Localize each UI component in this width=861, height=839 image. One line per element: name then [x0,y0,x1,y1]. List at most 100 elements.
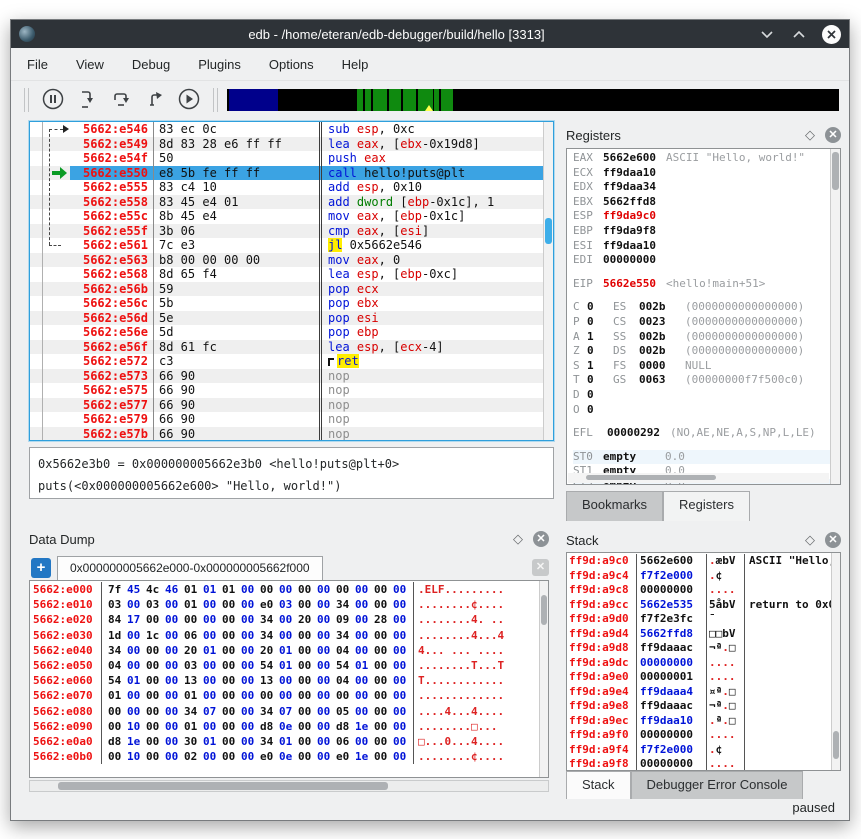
flag-row[interactable]: D0 [573,388,830,403]
breakpoint-gutter[interactable] [30,354,43,369]
disasm-row[interactable]: 5662:e57566 90nop [30,383,543,398]
stack-row[interactable]: ff9d:a9d0f7f2e3fc¯ [567,612,831,627]
flag-row[interactable]: S1FS0000NULL [573,359,830,374]
dump-scrollbar[interactable] [539,581,548,777]
disasm-row[interactable]: 5662:e55f3b 06cmp eax, [esi] [30,224,543,239]
disasm-row[interactable]: 5662:e55883 45 e4 01add dword [ebp-0x1c]… [30,195,543,210]
stack-row[interactable]: ff9d:a9ecff9daa10.ª.□ [567,714,831,729]
disasm-row[interactable]: 5662:e56c5bpop ebx [30,296,543,311]
breakpoint-gutter[interactable] [30,137,43,152]
register-row[interactable]: ECXff9daa10 [573,166,830,181]
scrollbar-handle[interactable] [833,731,839,759]
breakpoint-gutter[interactable] [30,398,43,413]
menu-help[interactable]: Help [342,57,369,72]
step-over-button[interactable] [106,85,136,115]
disasm-row[interactable]: 5662:e57766 90nop [30,398,543,413]
register-row[interactable]: ESPff9da9c0 [573,209,830,224]
data-dump-tab[interactable]: 0x000000005662e000-0x000000005662f000 [57,556,323,580]
breakpoint-gutter[interactable] [30,195,43,210]
stack-row[interactable]: ff9d:a9e000000001.... [567,670,831,685]
stack-scrollbar[interactable] [831,553,840,770]
stack-row[interactable]: ff9d:a9e8ff9daaac¬ª.□ [567,699,831,714]
detach-icon[interactable]: ◇ [805,127,815,143]
breakpoint-gutter[interactable] [30,180,43,195]
stack-row[interactable]: ff9d:a9d8ff9daaac¬ª.□ [567,641,831,656]
register-row[interactable]: EIP5662e550<hello!main+51> [573,277,830,292]
dump-row[interactable]: 5662:e0500400000003000000540100005401000… [30,658,539,673]
menu-options[interactable]: Options [269,57,314,72]
close-icon[interactable] [822,25,841,44]
menu-debug[interactable]: Debug [132,57,170,72]
disasm-row[interactable]: 5662:e5688d 65 f4lea esp, [ebp-0xc] [30,267,543,282]
flag-row[interactable]: A1SS002b(0000000000000000) [573,330,830,345]
dump-row[interactable]: 5662:e0a0d81e000030010000340100000600000… [30,734,539,749]
breakpoint-gutter[interactable] [30,311,43,326]
dump-row[interactable]: 5662:e0900010000001000000d80e0000d81e000… [30,719,539,734]
stack-row[interactable]: ff9d:a9c05662e600.æbVASCII "Hello, [567,554,831,569]
close-tab-button[interactable]: ✕ [532,559,549,576]
dump-hscrollbar[interactable] [29,780,549,792]
breakpoint-gutter[interactable] [30,209,43,224]
scrollbar-handle[interactable] [545,218,552,244]
breakpoint-gutter[interactable] [30,383,43,398]
dump-row[interactable]: 5662:e0605401000013000000130000000400000… [30,673,539,688]
eflags-row[interactable]: EFL00000292(NO,AE,NE,A,S,NP,L,LE) [573,426,830,441]
disasm-row[interactable]: 5662:e5617c e3jl 0x5662e546 [30,238,543,253]
disasm-row[interactable]: 5662:e563b8 00 00 00 00mov eax, 0 [30,253,543,268]
scrollbar-handle[interactable] [58,782,388,790]
disasm-row[interactable]: 5662:e54683 ec 0csub esp, 0xc [30,122,543,137]
breakpoint-gutter[interactable] [30,325,43,340]
dock-tab-registers[interactable]: Registers [663,491,750,521]
disasm-row[interactable]: 5662:e56b59pop ecx [30,282,543,297]
scrollbar-handle[interactable] [586,475,716,480]
disasm-row[interactable]: 5662:e5498d 83 28 e6 ff fflea eax, [ebx-… [30,137,543,152]
disasm-row[interactable]: 5662:e57b66 90nop [30,427,543,441]
close-panel-icon[interactable]: ✕ [825,127,841,143]
titlebar[interactable]: edb - /home/eteran/edb-debugger/build/he… [11,20,849,48]
scrollbar-handle[interactable] [832,152,839,190]
disasm-row[interactable]: 5662:e54f50push eax [30,151,543,166]
register-row[interactable]: EDI00000000 [573,253,830,268]
pause-button[interactable] [38,85,68,115]
flag-row[interactable]: C0ES002b(0000000000000000) [573,300,830,315]
register-row[interactable]: EBPff9da9f8 [573,224,830,239]
close-panel-icon[interactable]: ✕ [825,532,841,548]
step-into-button[interactable] [72,85,102,115]
disasm-row[interactable]: 5662:e57966 90nop [30,412,543,427]
breakpoint-gutter[interactable] [30,267,43,282]
dump-row[interactable]: 5662:e0007f454c4601010100000000000000000… [30,582,539,597]
menu-view[interactable]: View [76,57,104,72]
disasm-row[interactable]: 5662:e57366 90nop [30,369,543,384]
dump-row[interactable]: 5662:e0100300030001000000e00300003400000… [30,597,539,612]
minimize-icon[interactable] [758,25,776,43]
close-panel-icon[interactable]: ✕ [533,531,549,547]
disasm-row[interactable]: 5662:e572c3ret [30,354,543,369]
disasm-row[interactable]: 5662:e56e5dpop ebp [30,325,543,340]
flag-row[interactable]: O0 [573,403,830,418]
stack-row[interactable]: ff9d:a9f800000000.... [567,757,831,771]
stack-row[interactable]: ff9d:a9c4f7f2e000.¢ [567,569,831,584]
stack-row[interactable]: ff9d:a9d45662ffd8□□bV [567,627,831,642]
register-row[interactable]: ESIff9daa10 [573,239,830,254]
detach-icon[interactable]: ◇ [805,532,815,548]
dump-row[interactable]: 5662:e0700100000001000000000000000000000… [30,688,539,703]
breakpoint-gutter[interactable] [30,340,43,355]
breakpoint-gutter[interactable] [30,296,43,311]
stack-row[interactable]: ff9d:a9c800000000.... [567,583,831,598]
breakpoint-gutter[interactable] [30,238,43,253]
menu-file[interactable]: File [27,57,48,72]
disasm-row[interactable]: 5662:e55c8b 45 e4mov eax, [ebp-0x1c] [30,209,543,224]
registers-hscrollbar[interactable] [568,473,829,483]
stack-row[interactable]: ff9d:a9cc5662e5355åbVreturn to 0x00 [567,598,831,613]
toolbar-handle[interactable] [213,88,218,112]
breakpoint-gutter[interactable] [30,122,43,137]
register-row[interactable]: EBX5662ffd8 [573,195,830,210]
add-tab-button[interactable]: + [31,558,51,578]
dump-row[interactable]: 5662:e0800000000034070000340700000500000… [30,704,539,719]
dock-tab-bookmarks[interactable]: Bookmarks [566,491,663,521]
breakpoint-gutter[interactable] [30,369,43,384]
register-row[interactable]: EDXff9daa34 [573,180,830,195]
breakpoint-gutter[interactable] [30,151,43,166]
fpu-row[interactable]: ST0empty0.0 [573,450,830,465]
dump-row[interactable]: 5662:e0403400000020010000200100000400000… [30,643,539,658]
